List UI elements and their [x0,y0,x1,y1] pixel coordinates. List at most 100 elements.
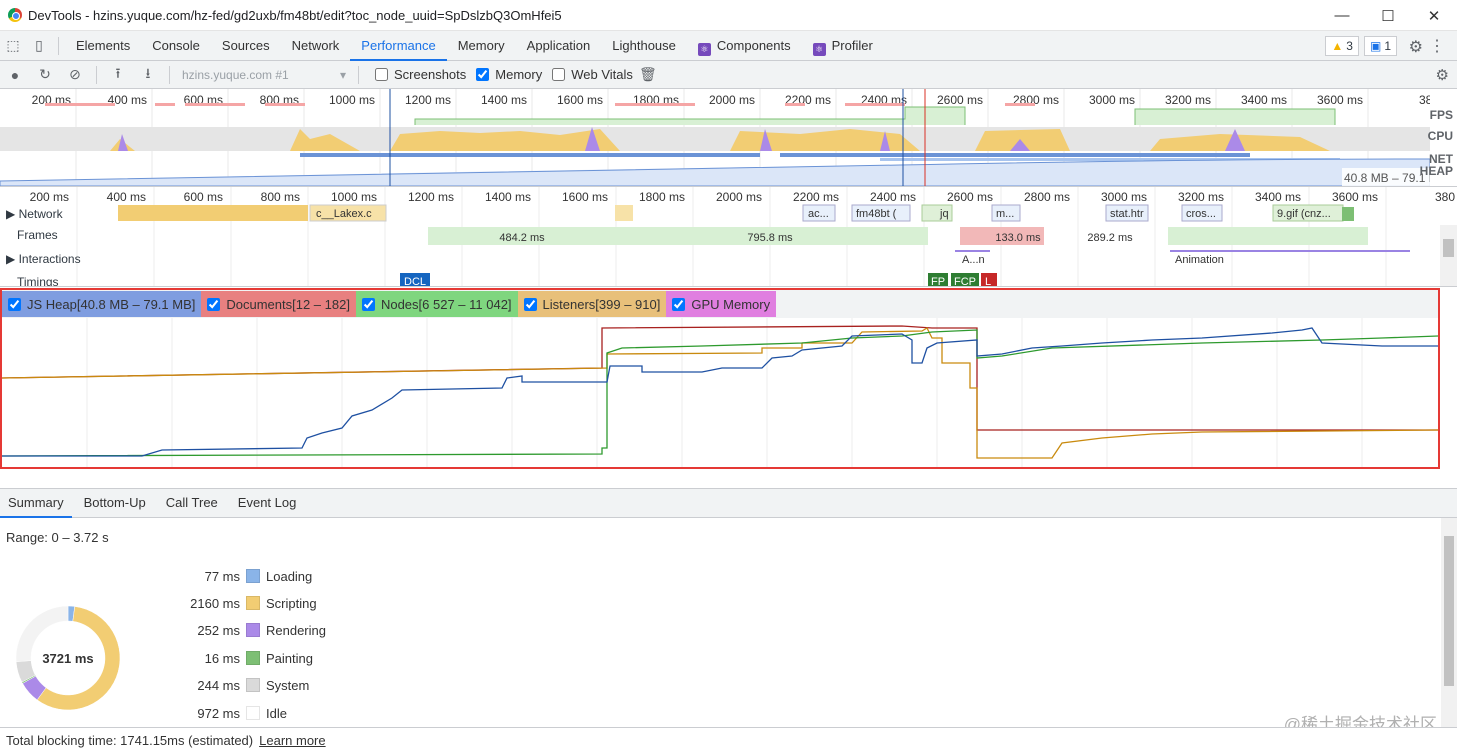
profile-select[interactable]: hzins.yuque.com #1 ▾ [176,65,352,85]
network-bar-11 [1342,207,1354,221]
learn-more-link[interactable]: Learn more [259,733,325,748]
capture-settings-gear-icon[interactable]: ⚙ [1436,66,1449,84]
nodes-counter-toggle[interactable]: Nodes[6 527 – 11 042] [355,291,518,317]
tab-summary[interactable]: Summary [0,488,72,518]
save-profile-icon[interactable]: ⭳ [133,63,163,87]
nodes-checkbox[interactable] [361,297,375,311]
tab-sources[interactable]: Sources [211,31,281,61]
network-expand-icon[interactable]: ▶ [6,207,19,221]
summary-scrollbar-thumb[interactable] [1444,536,1454,686]
frames-row-label: Frames [17,228,58,242]
frame-label-1: 484.2 ms [499,232,545,244]
tab-elements[interactable]: Elements [65,31,141,61]
listeners-counter-toggle[interactable]: Listeners[399 – 910] [517,291,667,317]
memory-checkbox[interactable]: Memory [476,67,542,82]
message-icon: ▣ [1369,39,1382,53]
timeline-tick-label: 2800 ms [1024,190,1070,204]
more-options-icon[interactable]: ⋮ [1429,36,1445,56]
screenshots-label: Screenshots [394,67,467,82]
heap-lane-label: HEAP [1420,164,1453,178]
tab-components[interactable]: ⚛ Components [687,31,802,61]
fps-jank-strip [1005,103,1035,106]
js-heap-counter-toggle[interactable]: JS Heap[40.8 MB – 79.1 MB] [2,291,202,317]
tab-performance[interactable]: Performance [350,31,448,61]
inspect-element-icon[interactable]: ⬚ [0,37,26,54]
documents-checkbox[interactable] [207,297,221,311]
clear-icon[interactable]: ⊘ [60,66,90,83]
network-bar-1 [118,205,308,221]
documents-line [2,325,1438,431]
webvitals-checkbox[interactable]: Web Vitals [552,67,633,82]
scripting-label: Scripting [266,595,317,611]
timeline-tick-label: 3200 ms [1178,190,1224,204]
overview-svg: 200 ms 400 ms 600 ms 800 ms 1000 ms 1200 ms 14… [0,89,1457,186]
documents-counter-toggle[interactable]: Documents[12 – 182] [201,291,356,317]
nodes-line [2,329,1438,457]
messages-badge[interactable]: ▣ 1 [1363,36,1397,56]
fps-lane-label: FPS [1430,108,1453,122]
tab-call-tree[interactable]: Call Tree [158,488,226,518]
maximize-button[interactable]: ☐ [1365,0,1411,31]
tab-bottom-up[interactable]: Bottom-Up [76,488,154,518]
timeline-tick-label: 3600 ms [1332,190,1378,204]
minimize-button[interactable]: — [1319,0,1365,31]
overview-tick-label: 3000 ms [1089,93,1135,107]
tab-console[interactable]: Console [141,31,211,61]
painting-label: Painting [266,650,313,666]
memory-counters-panel: JS Heap[40.8 MB – 79.1 MB] Documents[12 … [0,288,1440,469]
nodes-label: Nodes[6 527 – 11 042] [380,296,512,312]
fcp-marker-label: FCP [954,276,976,287]
record-icon[interactable]: ● [0,67,30,83]
documents-label: Documents[12 – 182] [226,296,350,312]
fps-jank-strip [45,103,115,106]
warnings-badge[interactable]: ▲ 3 [1325,36,1359,56]
listeners-line [2,327,1438,459]
screenshots-checkbox[interactable]: Screenshots [375,67,466,82]
timeline-svg: 200 ms 400 ms 600 ms 800 ms 1000 ms 1200 ms 14… [30,187,1457,287]
memory-checkbox-input[interactable] [476,68,490,81]
idle-value: 972 ms [197,705,240,721]
listeners-label: Listeners[399 – 910] [542,296,661,312]
listeners-checkbox[interactable] [523,297,537,311]
network-item-8: 9.gif (cnz... [1277,208,1331,220]
overview-tick-label: 3600 ms [1317,93,1363,107]
gpu-memory-counter-toggle[interactable]: GPU Memory [666,291,777,317]
range-text: Range: 0 – 3.72 s [6,530,109,545]
net-bar-1 [300,153,760,157]
total-time-label: 3721 ms [42,650,94,666]
main-timeline[interactable]: 200 ms 400 ms 600 ms 800 ms 1000 ms 1200 ms 14… [0,187,1457,287]
network-row-label[interactable]: ▶ Network [6,207,63,221]
close-button[interactable]: ✕ [1411,0,1457,31]
screenshots-checkbox-input[interactable] [375,68,388,81]
timeline-scrollbar-thumb[interactable] [1443,239,1454,257]
interaction-label-2: Animation [1175,254,1224,266]
legend-system: 244 ms System [150,675,350,695]
interactions-expand-icon[interactable]: ▶ [6,252,19,266]
loading-value: 77 ms [204,568,240,584]
tab-profiler[interactable]: ⚛ Profiler [802,31,884,61]
fps-jank-strip [845,103,905,106]
panel-splitter[interactable] [0,469,1457,487]
js-heap-checkbox[interactable] [8,297,21,311]
timeline-overview[interactable]: 200 ms 400 ms 600 ms 800 ms 1000 ms 1200 ms 14… [0,89,1457,187]
divider [58,36,59,55]
tab-application[interactable]: Application [516,31,602,61]
tab-memory[interactable]: Memory [447,31,516,61]
overview-tick-label: 3200 ms [1165,93,1211,107]
interactions-row-label[interactable]: ▶ Interactions [6,252,81,266]
settings-gear-icon[interactable]: ⚙ [1409,37,1423,57]
load-profile-icon[interactable]: ⭱ [103,63,133,87]
garbage-collect-icon[interactable]: 🗑 [633,66,663,83]
tab-lighthouse[interactable]: Lighthouse [601,31,687,61]
reload-record-icon[interactable]: ↻ [30,66,60,83]
webvitals-checkbox-input[interactable] [552,68,566,81]
timeline-tick-label: 3400 ms [1255,190,1301,204]
summary-scrollbar[interactable] [1441,518,1457,727]
timeline-tick-label: 1400 ms [485,190,531,204]
divider [96,65,97,84]
js-heap-label: JS Heap[40.8 MB – 79.1 MB] [27,296,196,312]
gpu-memory-checkbox[interactable] [672,297,686,311]
tab-network[interactable]: Network [281,31,351,61]
device-toolbar-icon[interactable]: ▯ [26,37,52,54]
tab-event-log[interactable]: Event Log [230,488,305,518]
